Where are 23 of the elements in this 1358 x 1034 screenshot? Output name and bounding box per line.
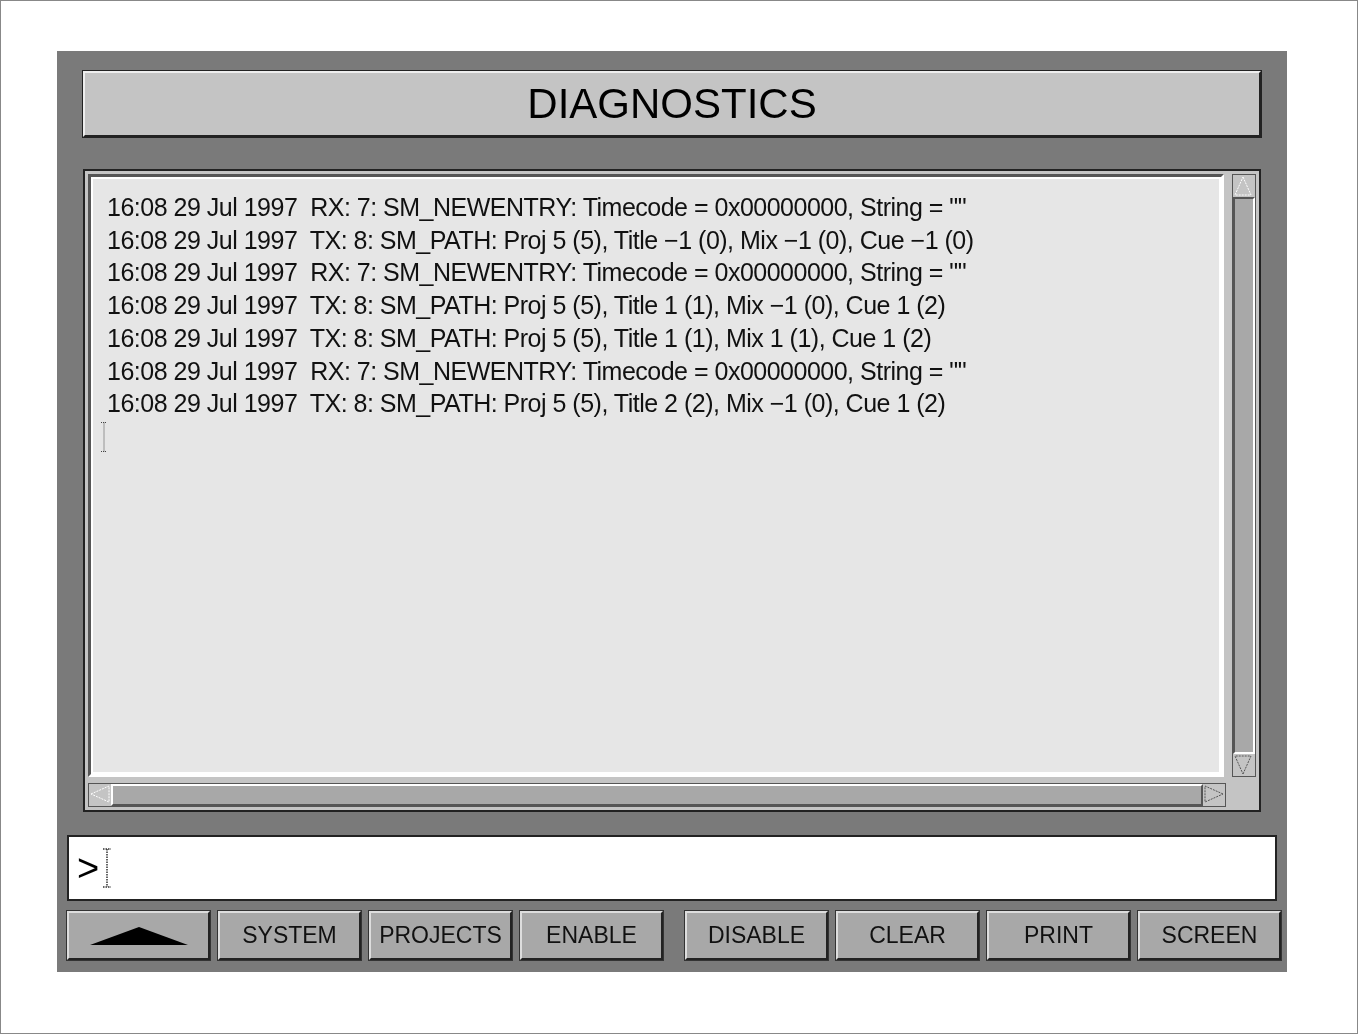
log-line: 16:08 29 Jul 1997 TX: 8: SM_PATH: Proj 5 (5), Title 1 (1), Mix −1 (0), Cue 1 (2) bbox=[107, 290, 947, 322]
prompt-symbol: > bbox=[77, 846, 100, 890]
toolbar-button[interactable]: PRINT bbox=[987, 911, 1130, 960]
toolbar-button[interactable]: CLEAR bbox=[836, 911, 979, 960]
scroll-down-icon[interactable] bbox=[1233, 754, 1253, 776]
toolbar-button[interactable]: DISABLE bbox=[685, 911, 828, 960]
log-line: 16:08 29 Jul 1997 RX: 7: SM_NEWENTRY: Timecode = 0x00000000, String = "" bbox=[107, 192, 968, 223]
log-line: 16:08 29 Jul 1997 RX: 7: SM_NEWENTRY: Timecode = 0x00000000, String = "" bbox=[107, 257, 968, 289]
text-cursor-icon bbox=[101, 421, 107, 452]
text-cursor-icon bbox=[103, 848, 112, 888]
toolbar-button[interactable]: SYSTEM bbox=[218, 911, 361, 960]
toolbar-button[interactable]: SCREEN bbox=[1138, 911, 1281, 960]
window-title: DIAGNOSTICS bbox=[83, 71, 1261, 137]
scroll-right-icon[interactable] bbox=[1203, 784, 1225, 804]
toolbar-button[interactable]: ENABLE bbox=[520, 911, 663, 960]
log-line: 16:08 29 Jul 1997 TX: 8: SM_PATH: Proj 5 (5), Title 2 (2), Mix −1 (0), Cue 1 (2) bbox=[107, 388, 947, 420]
up-arrow-icon bbox=[88, 925, 189, 946]
scroll-up-button[interactable] bbox=[67, 911, 210, 960]
log-line: 16:08 29 Jul 1997 TX: 8: SM_PATH: Proj 5 (5), Title 1 (1), Mix 1 (1), Cue 1 (2) bbox=[107, 322, 933, 354]
toolbar-button[interactable]: PROJECTS bbox=[369, 911, 512, 960]
command-input-field[interactable]: > bbox=[67, 835, 1277, 901]
log-line: 16:08 29 Jul 1997 RX: 7: SM_NEWENTRY: Timecode = 0x00000000, String = "" bbox=[107, 355, 968, 387]
log-line: 16:08 29 Jul 1997 TX: 8: SM_PATH: Proj 5 (5), Title −1 (0), Mix −1 (0), Cue −1 (0) bbox=[107, 224, 975, 256]
